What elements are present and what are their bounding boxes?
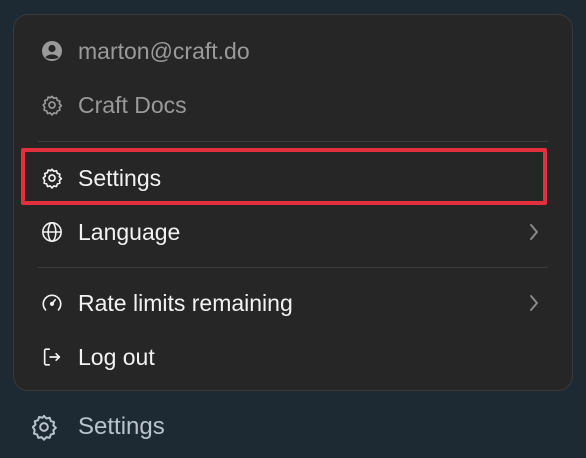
- menu-item-workspace[interactable]: Craft Docs: [40, 83, 546, 127]
- settings-label: Settings: [78, 164, 162, 191]
- menu-divider: [38, 267, 548, 268]
- speedometer-icon: [40, 291, 64, 315]
- gear-icon: [40, 166, 64, 190]
- person-circle-icon: [40, 39, 64, 63]
- language-label: Language: [78, 218, 181, 245]
- logout-label: Log out: [78, 343, 155, 370]
- account-menu: marton@craft.do Craft Docs Settings Lang…: [13, 14, 573, 391]
- chevron-right-icon: [526, 220, 542, 244]
- workspace-name: Craft Docs: [78, 91, 187, 118]
- logout-icon: [40, 345, 64, 369]
- gear-icon: [40, 93, 64, 117]
- sidebar-settings-button[interactable]: Settings: [30, 405, 165, 449]
- rate-limits-label: Rate limits remaining: [78, 289, 293, 316]
- globe-icon: [40, 220, 64, 244]
- menu-item-rate-limits[interactable]: Rate limits remaining: [40, 281, 546, 325]
- chevron-right-icon: [526, 291, 542, 315]
- menu-item-logout[interactable]: Log out: [40, 335, 546, 379]
- gear-icon: [30, 413, 58, 441]
- sidebar-settings-label: Settings: [78, 413, 165, 440]
- menu-divider: [38, 141, 548, 142]
- menu-item-settings[interactable]: Settings: [40, 156, 546, 200]
- menu-item-language[interactable]: Language: [40, 210, 546, 254]
- account-email: marton@craft.do: [78, 37, 250, 64]
- menu-item-account: marton@craft.do: [40, 29, 546, 73]
